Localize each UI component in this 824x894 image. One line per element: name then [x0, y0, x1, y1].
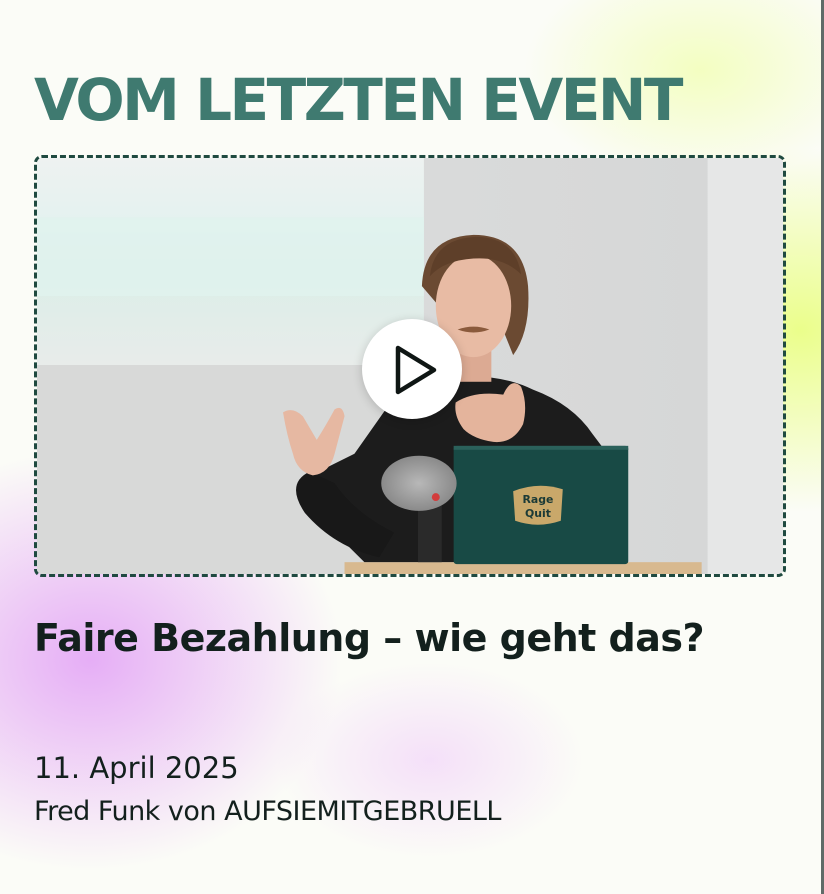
event-speaker: Fred Funk von AUFSIEMITGEBRUELL — [34, 796, 501, 827]
event-title: Faire Bezahlung – wie geht das? — [34, 616, 705, 660]
play-icon — [395, 345, 437, 395]
event-date: 11. April 2025 — [34, 751, 239, 785]
laptop-sticker-line2: Quit — [525, 507, 551, 520]
laptop-sticker-line1: Rage — [523, 493, 554, 506]
event-section: VOM LETZTEN EVENT Rage Quit Faire Bezahl… — [0, 0, 824, 894]
section-title: VOM LETZTEN EVENT — [34, 66, 683, 134]
video-player[interactable]: Rage Quit — [34, 155, 786, 577]
play-button[interactable] — [362, 319, 462, 419]
